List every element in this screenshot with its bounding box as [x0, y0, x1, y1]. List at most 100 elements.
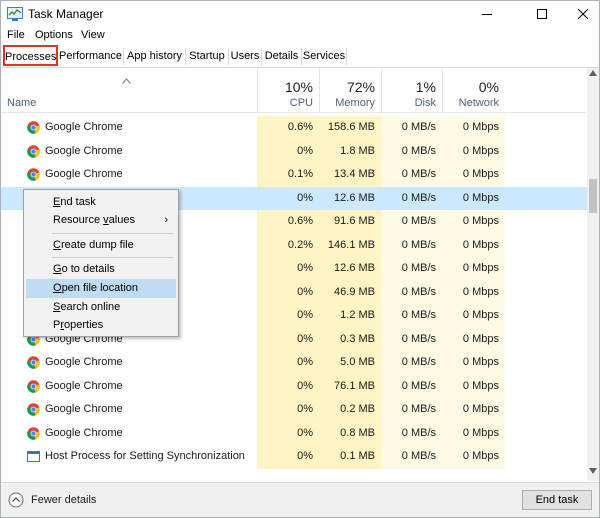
ctx-search-online[interactable]: Search online — [26, 298, 176, 317]
tab-performance[interactable]: Performance — [58, 48, 124, 65]
minimize-button[interactable] — [465, 1, 509, 27]
tab-app-history[interactable]: App history — [124, 48, 186, 65]
memory-cell: 0.3 MB — [319, 327, 381, 351]
ctx-go-to-details-label: Go to details — [53, 263, 115, 275]
ctx-open-file-location[interactable]: Open file location — [26, 279, 176, 298]
vertical-scrollbar[interactable] — [587, 68, 599, 481]
cpu-cell: 0.6% — [257, 116, 319, 140]
table-row[interactable]: Google Chrome 0% 1.8 MB 0 MB/s 0 Mbps — [1, 139, 587, 163]
table-row[interactable]: Google Chrome 0% 0.8 MB 0 MB/s 0 Mbps — [1, 421, 587, 445]
memory-cell: 1.8 MB — [319, 139, 381, 163]
cpu-cell: 0% — [257, 304, 319, 328]
network-cell: 0 Mbps — [442, 374, 505, 398]
label-rest: nd task — [60, 196, 96, 208]
menu-file[interactable]: File — [7, 29, 25, 41]
memory-cell: 146.1 MB — [319, 233, 381, 257]
column-network[interactable]: 0% Network — [442, 68, 505, 112]
memory-total-percent: 72% — [346, 79, 375, 95]
disk-cell: 0 MB/s — [381, 351, 442, 375]
chevron-up-circle-icon[interactable] — [8, 492, 24, 508]
ctx-resource-values[interactable]: Resource values › — [26, 211, 176, 230]
memory-cell: 158.6 MB — [319, 116, 381, 140]
cpu-total-percent: 10% — [284, 79, 313, 95]
ctx-separator — [52, 233, 174, 234]
title-bar[interactable]: Task Manager — [1, 1, 599, 27]
table-row[interactable]: Google Chrome 0% 76.1 MB 0 MB/s 0 Mbps — [1, 374, 587, 398]
ctx-properties[interactable]: Properties — [26, 316, 176, 335]
scroll-up-arrow-icon[interactable] — [589, 70, 597, 76]
memory-cell: 0.2 MB — [319, 398, 381, 422]
column-memory[interactable]: 72% Memory — [319, 68, 381, 112]
table-row[interactable]: Google Chrome 0% 5.0 MB 0 MB/s 0 Mbps — [1, 351, 587, 375]
process-name-cell: Google Chrome — [1, 351, 257, 375]
scroll-thumb[interactable] — [589, 179, 597, 213]
label-rest: o to details — [61, 263, 115, 275]
scroll-down-arrow-icon[interactable] — [589, 468, 597, 474]
cpu-cell: 0.6% — [257, 210, 319, 234]
disk-cell: 0 MB/s — [381, 210, 442, 234]
disk-cell: 0 MB/s — [401, 191, 436, 204]
table-row[interactable]: Google Chrome 0% 0.2 MB 0 MB/s 0 Mbps — [1, 398, 587, 422]
disk-cell: 0 MB/s — [381, 421, 442, 445]
submenu-chevron-right-icon: › — [164, 214, 168, 226]
tab-services[interactable]: Services — [302, 48, 347, 65]
menu-view[interactable]: View — [81, 29, 105, 41]
process-name-cell: Google Chrome — [1, 116, 257, 140]
process-name-cell: Google Chrome — [1, 163, 257, 187]
process-name-cell: Google Chrome — [1, 398, 257, 422]
tab-details[interactable]: Details — [262, 48, 302, 65]
menu-options[interactable]: Options — [35, 29, 73, 41]
label-rest: alues — [108, 214, 135, 226]
cpu-cell: 0.2% — [257, 233, 319, 257]
disk-cell: 0 MB/s — [381, 304, 442, 328]
network-cell: 0 Mbps — [442, 139, 505, 163]
process-name-cell: Host Process for Setting Synchronization — [1, 445, 257, 469]
ctx-properties-label: Properties — [53, 319, 103, 331]
column-cpu[interactable]: 10% CPU — [257, 68, 319, 112]
table-row[interactable]: Host Process for Setting Synchronization… — [1, 445, 587, 469]
process-name: Google Chrome — [45, 144, 123, 157]
tab-users[interactable]: Users — [229, 48, 262, 65]
network-cell: 0 Mbps — [442, 210, 505, 234]
chrome-icon — [27, 426, 40, 440]
fewer-details-link[interactable]: Fewer details — [31, 494, 96, 506]
close-button[interactable] — [561, 1, 599, 27]
task-manager-window: Task Manager File Options View Processes… — [0, 0, 600, 518]
network-cell: 0 Mbps — [442, 280, 505, 304]
host-process-icon — [27, 451, 40, 462]
table-row[interactable]: Google Chrome 0.1% 13.4 MB 0 MB/s 0 Mbps — [1, 163, 587, 187]
ctx-search-online-label: Search online — [53, 301, 120, 313]
memory-cell: 76.1 MB — [319, 374, 381, 398]
network-cell: 0 Mbps — [442, 445, 505, 469]
label-rest: operties — [64, 319, 104, 331]
tab-processes[interactable]: Processes — [3, 45, 58, 66]
tab-startup[interactable]: Startup — [186, 48, 229, 65]
cpu-cell: 0% — [257, 327, 319, 351]
disk-cell: 0 MB/s — [381, 233, 442, 257]
memory-cell: 12.6 MB — [334, 191, 375, 204]
chrome-icon — [27, 403, 40, 416]
table-row[interactable]: Google Chrome 0.6% 158.6 MB 0 MB/s 0 Mbps — [1, 116, 587, 140]
memory-cell: 91.6 MB — [319, 210, 381, 234]
footer-bar: Fewer details End task — [1, 482, 599, 517]
cpu-column-label: CPU — [289, 97, 313, 109]
network-cell: 0 Mbps — [442, 421, 505, 445]
ctx-create-dump-file[interactable]: Create dump file — [26, 236, 176, 255]
memory-cell: 13.4 MB — [319, 163, 381, 187]
ctx-go-to-details[interactable]: Go to details — [26, 260, 176, 279]
memory-cell: 0.8 MB — [319, 421, 381, 445]
ctx-end-task-label: End task — [53, 196, 96, 208]
maximize-button[interactable] — [520, 1, 564, 27]
chrome-icon — [27, 121, 40, 134]
ctx-end-task[interactable]: End task — [26, 193, 176, 212]
network-cell: 0 Mbps — [442, 163, 505, 187]
end-task-button[interactable]: End task — [522, 490, 592, 510]
column-disk[interactable]: 1% Disk — [381, 68, 442, 112]
label-pre: Resource — [53, 214, 104, 226]
memory-cell: 5.0 MB — [319, 351, 381, 375]
column-name[interactable]: Name — [7, 97, 36, 109]
sort-chevron-up-icon[interactable] — [122, 78, 131, 84]
chrome-icon — [27, 168, 40, 181]
memory-cell: 1.2 MB — [319, 304, 381, 328]
ctx-open-file-location-label: Open file location — [53, 282, 138, 294]
